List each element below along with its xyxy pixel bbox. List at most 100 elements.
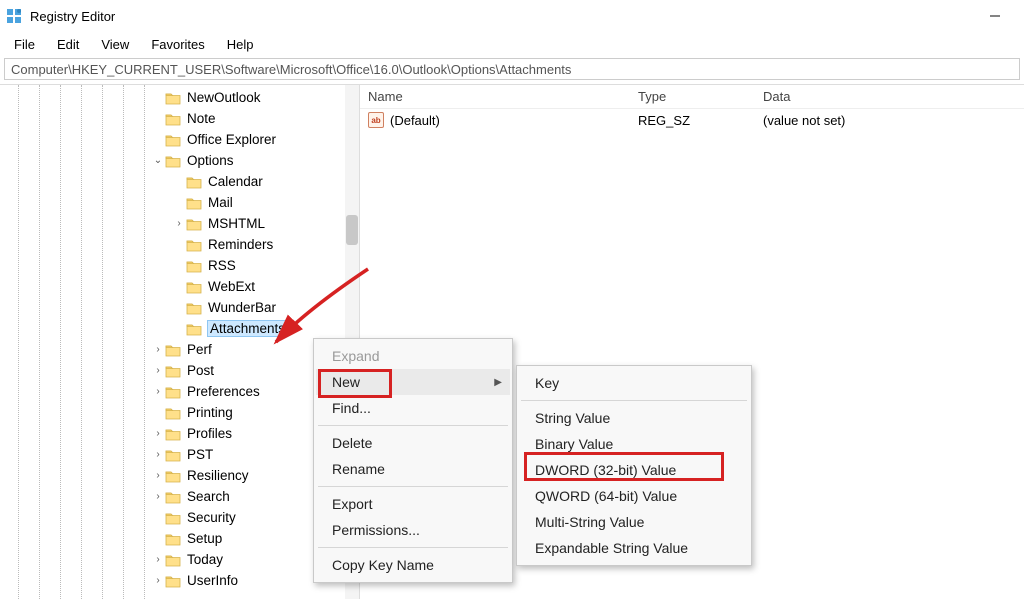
chevron-right-icon[interactable]: › — [151, 470, 165, 481]
column-type[interactable]: Type — [630, 89, 755, 104]
tree: NewOutlook Note Office Explorer ⌄ Options Cal… — [0, 87, 359, 591]
menu-file[interactable]: File — [4, 35, 45, 54]
minimize-button[interactable] — [972, 0, 1018, 32]
tree-item-mail[interactable]: Mail — [0, 192, 359, 213]
tree-item-office-explorer[interactable]: Office Explorer — [0, 129, 359, 150]
cm-copy-key-name[interactable]: Copy Key Name — [316, 552, 510, 578]
tree-scrollbar-thumb[interactable] — [346, 215, 358, 245]
tree-item-label: Attachments — [208, 321, 287, 336]
tree-item-security[interactable]: Security — [0, 507, 359, 528]
window-title: Registry Editor — [30, 9, 115, 24]
tree-item-profiles[interactable]: ›Profiles — [0, 423, 359, 444]
tree-item-perf[interactable]: › Perf — [0, 339, 359, 360]
tree-item-today[interactable]: ›Today — [0, 549, 359, 570]
cm-new-key[interactable]: Key — [519, 370, 749, 396]
tree-item-preferences[interactable]: › Preferences — [0, 381, 359, 402]
app-icon — [6, 8, 22, 24]
tree-item-label: UserInfo — [187, 573, 238, 588]
tree-item-label: Note — [187, 111, 216, 126]
tree-item-options[interactable]: ⌄ Options — [0, 150, 359, 171]
folder-icon — [186, 216, 204, 232]
values-header: Name Type Data — [360, 85, 1024, 109]
tree-item-printing[interactable]: Printing — [0, 402, 359, 423]
tree-item-post[interactable]: › Post — [0, 360, 359, 381]
cm-permissions[interactable]: Permissions... — [316, 517, 510, 543]
tree-item-rss[interactable]: RSS — [0, 255, 359, 276]
cm-rename[interactable]: Rename — [316, 456, 510, 482]
tree-item-mshtml[interactable]: ›MSHTML — [0, 213, 359, 234]
cm-new-binary[interactable]: Binary Value — [519, 431, 749, 457]
folder-icon — [186, 300, 204, 316]
tree-item-label: Office Explorer — [187, 132, 276, 147]
tree-item-label: Mail — [208, 195, 233, 210]
menu-edit[interactable]: Edit — [47, 35, 89, 54]
tree-item-search[interactable]: ›Search — [0, 486, 359, 507]
menu-help[interactable]: Help — [217, 35, 264, 54]
menu-bar: File Edit View Favorites Help — [0, 32, 1024, 56]
chevron-right-icon[interactable]: › — [151, 428, 165, 439]
folder-icon — [165, 384, 183, 400]
tree-item-label: WebExt — [208, 279, 255, 294]
column-data[interactable]: Data — [755, 89, 1024, 104]
tree-item-label: Options — [187, 153, 234, 168]
tree-item-webext[interactable]: WebExt — [0, 276, 359, 297]
cm-export[interactable]: Export — [316, 491, 510, 517]
context-menu: Expand New ▶ Find... Delete Rename Expor… — [313, 338, 513, 583]
folder-icon — [165, 111, 183, 127]
tree-item-wunderbar[interactable]: WunderBar — [0, 297, 359, 318]
cm-delete[interactable]: Delete — [316, 430, 510, 456]
tree-item-label: Perf — [187, 342, 212, 357]
chevron-right-icon[interactable]: › — [151, 365, 165, 376]
tree-item-label: Calendar — [208, 174, 263, 189]
folder-icon — [165, 363, 183, 379]
cm-new[interactable]: New ▶ — [316, 369, 510, 395]
tree-item-label: RSS — [208, 258, 236, 273]
value-row-default[interactable]: ab (Default) REG_SZ (value not set) — [360, 109, 1024, 131]
tree-item-userinfo[interactable]: › UserInfo — [0, 570, 359, 591]
tree-item-label: Printing — [187, 405, 233, 420]
chevron-right-icon[interactable]: › — [151, 491, 165, 502]
cm-new-expandable-string[interactable]: Expandable String Value — [519, 535, 749, 561]
tree-item-resiliency[interactable]: ›Resiliency — [0, 465, 359, 486]
tree-item-calendar[interactable]: Calendar — [0, 171, 359, 192]
tree-item-pst[interactable]: › PST — [0, 444, 359, 465]
tree-item-note[interactable]: Note — [0, 108, 359, 129]
string-value-icon: ab — [368, 112, 384, 128]
tree-item-label: Post — [187, 363, 214, 378]
menu-favorites[interactable]: Favorites — [141, 35, 214, 54]
tree-item-reminders[interactable]: Reminders — [0, 234, 359, 255]
menu-view[interactable]: View — [91, 35, 139, 54]
chevron-right-icon[interactable]: › — [151, 554, 165, 565]
cm-new-qword[interactable]: QWORD (64-bit) Value — [519, 483, 749, 509]
folder-icon — [186, 195, 204, 211]
folder-icon — [165, 342, 183, 358]
column-name[interactable]: Name — [360, 89, 630, 104]
tree-item-setup[interactable]: Setup — [0, 528, 359, 549]
cm-find[interactable]: Find... — [316, 395, 510, 421]
title-bar: Registry Editor — [0, 0, 1024, 32]
chevron-right-icon[interactable]: › — [151, 575, 165, 586]
tree-item-attachments[interactable]: Attachments — [0, 318, 359, 339]
chevron-right-icon[interactable]: › — [172, 218, 186, 229]
cm-new-string[interactable]: String Value — [519, 405, 749, 431]
chevron-down-icon[interactable]: ⌄ — [151, 155, 165, 166]
value-name: (Default) — [390, 113, 440, 128]
chevron-right-icon[interactable]: › — [151, 386, 165, 397]
tree-item-label: Preferences — [187, 384, 260, 399]
tree-item-label: NewOutlook — [187, 90, 261, 105]
address-bar[interactable]: Computer\HKEY_CURRENT_USER\Software\Micr… — [4, 58, 1020, 80]
tree-pane: NewOutlook Note Office Explorer ⌄ Options Cal… — [0, 85, 360, 599]
folder-icon — [186, 237, 204, 253]
chevron-right-icon[interactable]: › — [151, 344, 165, 355]
tree-item-newoutlook[interactable]: NewOutlook — [0, 87, 359, 108]
tree-item-label: PST — [187, 447, 213, 462]
cm-expand: Expand — [316, 343, 510, 369]
chevron-right-icon[interactable]: › — [151, 449, 165, 460]
address-text: Computer\HKEY_CURRENT_USER\Software\Micr… — [11, 62, 571, 77]
cm-new-dword[interactable]: DWORD (32-bit) Value — [519, 457, 749, 483]
cm-new-multi-string[interactable]: Multi-String Value — [519, 509, 749, 535]
folder-icon — [165, 531, 183, 547]
folder-icon — [165, 426, 183, 442]
folder-icon — [186, 174, 204, 190]
context-submenu-new: Key String Value Binary Value DWORD (32-… — [516, 365, 752, 566]
